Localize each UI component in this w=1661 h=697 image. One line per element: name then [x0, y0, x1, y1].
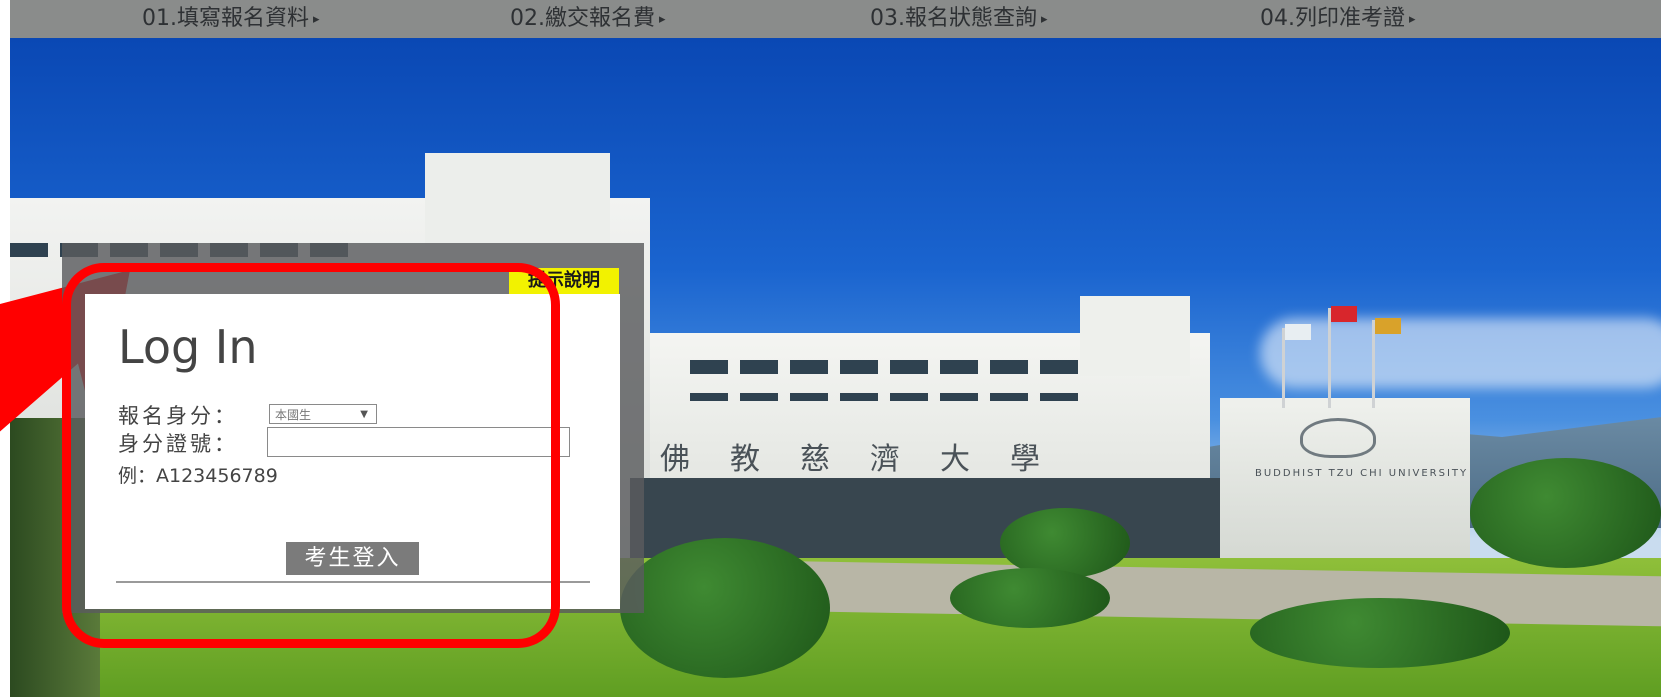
flag	[1285, 324, 1311, 340]
login-button[interactable]: 考生登入	[286, 542, 419, 575]
step-fill-registration[interactable]: 01.填寫報名資料 ▸	[142, 0, 320, 38]
divider	[116, 581, 590, 583]
id-example-hint: 例：A123456789	[118, 465, 278, 487]
step-pay-fee[interactable]: 02.繳交報名費 ▸	[510, 0, 666, 38]
flag-pole	[1282, 328, 1285, 408]
id-number-label: 身分證號：	[118, 432, 238, 456]
tree	[1250, 598, 1510, 668]
window-row	[690, 360, 1090, 374]
arrow-right-icon: ▸	[313, 12, 320, 27]
identity-label: 報名身分：	[118, 404, 238, 428]
identity-select[interactable]: 本國生 ▼	[269, 404, 377, 424]
flag-pole	[1328, 308, 1331, 408]
chevron-down-icon: ▼	[360, 409, 368, 420]
login-form: Log In 報名身分： 本國生 ▼ 身分證號： 例：A123456789 考生…	[85, 294, 620, 609]
id-number-input[interactable]	[267, 427, 570, 457]
arrow-right-icon: ▸	[659, 12, 666, 27]
building-sign-en: BUDDHIST TZU CHI UNIVERSITY	[1255, 468, 1469, 479]
tree	[620, 538, 830, 678]
flag	[1331, 306, 1357, 322]
arrow-right-icon: ▸	[1041, 12, 1048, 27]
window-row	[690, 393, 1090, 401]
identity-selected-value: 本國生	[275, 408, 312, 422]
step-navigation: 01.填寫報名資料 ▸ 02.繳交報名費 ▸ 03.報名狀態查詢 ▸ 04.列印准考證…	[10, 0, 1661, 38]
step-status-query[interactable]: 03.報名狀態查詢 ▸	[870, 0, 1048, 38]
flag	[1375, 318, 1401, 334]
step-print-admission[interactable]: 04.列印准考證 ▸	[1260, 0, 1416, 38]
cloud	[1260, 318, 1661, 388]
building-sign: 佛教慈濟大學	[660, 442, 1080, 477]
tree	[1470, 458, 1661, 568]
login-title: Log In	[118, 320, 258, 374]
building-top	[1080, 296, 1190, 376]
tree	[950, 568, 1110, 628]
help-button[interactable]: 提示說明	[509, 268, 619, 294]
arrow-right-icon: ▸	[1409, 12, 1416, 27]
university-emblem	[1300, 418, 1376, 458]
